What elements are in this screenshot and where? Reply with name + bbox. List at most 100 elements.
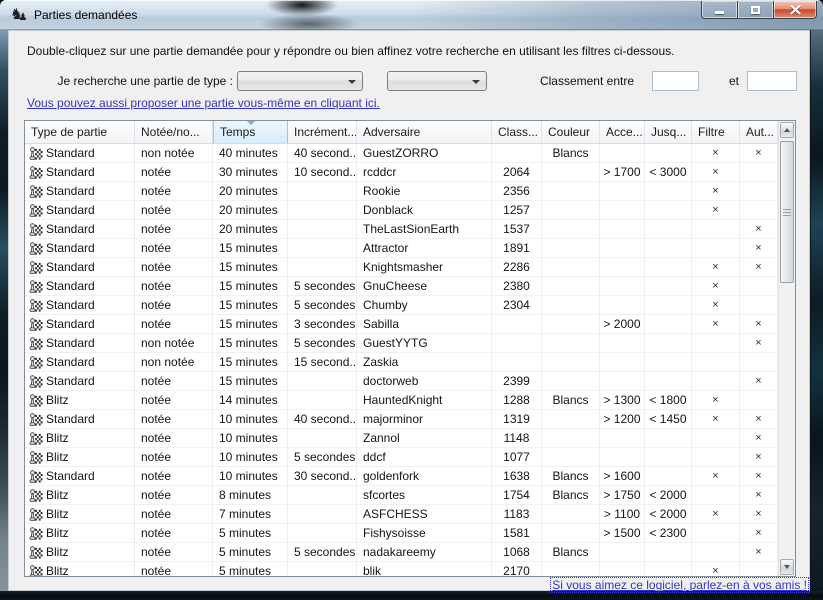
- rating-range-label: Classement entre: [460, 74, 634, 88]
- game-row[interactable]: Standardnon notée15 minutes5 secondesGue…: [25, 334, 778, 353]
- game-type-select[interactable]: [237, 71, 363, 91]
- cell-rating: 1638: [492, 467, 542, 486]
- game-row[interactable]: Blitznotée10 minutesZannol1148×: [25, 429, 778, 448]
- scroll-up-button[interactable]: [780, 122, 794, 138]
- column-header-filter[interactable]: Filtre: [692, 121, 740, 143]
- game-row[interactable]: Standardnotée15 minutes3 secondesSabilla…: [25, 315, 778, 334]
- cell-rated: notée: [135, 562, 213, 576]
- cell-type: Standard: [25, 372, 135, 391]
- cell-opponent: Zaskia: [357, 353, 492, 372]
- game-row[interactable]: Standardnotée15 minutesKnightsmasher2286…: [25, 258, 778, 277]
- game-row[interactable]: Standardnotée20 minutesDonblack1257×: [25, 201, 778, 220]
- scroll-down-button[interactable]: [780, 559, 794, 575]
- game-row[interactable]: Blitznotée8 minutessfcortes1754Blancs> 1…: [25, 486, 778, 505]
- cell-rated: notée: [135, 182, 213, 201]
- maximize-button[interactable]: [738, 1, 773, 19]
- column-header-time[interactable]: Temps: [213, 121, 288, 143]
- minimize-button[interactable]: [701, 1, 738, 19]
- cell-type: Blitz: [25, 524, 135, 543]
- column-header-opponent[interactable]: Adversaire: [357, 121, 492, 143]
- cell-time: 7 minutes: [213, 505, 288, 524]
- chess-pawn-icon: [28, 431, 43, 446]
- cell-time: 5 minutes: [213, 543, 288, 562]
- game-row[interactable]: Standardnon notée40 minutes40 second...G…: [25, 144, 778, 163]
- chess-pawn-icon: [28, 146, 43, 161]
- cell-rating: 1257: [492, 201, 542, 220]
- chess-pawn-icon: [28, 507, 43, 522]
- game-row[interactable]: Standardnotée20 minutesRookie2356×: [25, 182, 778, 201]
- chess-pawn-icon: [28, 184, 43, 199]
- cell-color: [542, 163, 600, 182]
- cell-rating: 1891: [492, 239, 542, 258]
- game-row[interactable]: Standardnotée15 minutesAttractor1891×: [25, 239, 778, 258]
- cell-increment: [288, 220, 357, 239]
- game-row[interactable]: Standardnotée15 minutes5 secondesGnuChee…: [25, 277, 778, 296]
- cell-rating: 2304: [492, 296, 542, 315]
- chess-pawn-icon: [28, 298, 43, 313]
- game-row[interactable]: Standardnotée20 minutesTheLastSionEarth1…: [25, 220, 778, 239]
- chess-pawn-icon: [28, 412, 43, 427]
- cell-time: 40 minutes: [213, 144, 288, 163]
- game-row[interactable]: Blitznotée10 minutes5 secondesddcf1077×: [25, 448, 778, 467]
- cell-accept_from: > 1100: [600, 505, 645, 524]
- game-row[interactable]: Standardnotée30 minutes10 second...rcddc…: [25, 163, 778, 182]
- cell-up_to: < 1800: [645, 391, 692, 410]
- game-row[interactable]: Blitznotée7 minutesASFCHESS1183> 1100< 2…: [25, 505, 778, 524]
- cell-increment: 5 secondes: [288, 448, 357, 467]
- cell-increment: [288, 505, 357, 524]
- cell-up_to: < 2300: [645, 524, 692, 543]
- instructions-text: Double-cliquez sur une partie demandée p…: [27, 44, 674, 58]
- game-row[interactable]: Standardnotée15 minutesdoctorweb2399×: [25, 372, 778, 391]
- cell-increment: 30 second...: [288, 467, 357, 486]
- chess-pawn-icon: [28, 203, 43, 218]
- cell-color: [542, 429, 600, 448]
- cell-filter: [692, 448, 740, 467]
- cell-time: 5 minutes: [213, 524, 288, 543]
- chess-pawn-icon: [28, 393, 43, 408]
- cell-filter: ×: [692, 258, 740, 277]
- cell-increment: 3 secondes: [288, 315, 357, 334]
- cell-increment: [288, 239, 357, 258]
- chess-pawn-icon: [28, 317, 43, 332]
- game-row[interactable]: Standardnotée10 minutes30 second...golde…: [25, 467, 778, 486]
- game-row[interactable]: Standardnotée15 minutes5 secondesChumby2…: [25, 296, 778, 315]
- game-row[interactable]: Standardnon notée15 minutes15 second...Z…: [25, 353, 778, 372]
- game-row[interactable]: Standardnotée10 minutes40 second...major…: [25, 410, 778, 429]
- scrollbar-thumb[interactable]: [780, 141, 794, 283]
- cell-type: Blitz: [25, 448, 135, 467]
- cell-up_to: [645, 543, 692, 562]
- column-header-up_to[interactable]: Jusq...: [645, 121, 692, 143]
- cell-auto: [740, 296, 778, 315]
- cell-time: 14 minutes: [213, 391, 288, 410]
- cell-rated: non notée: [135, 144, 213, 163]
- cell-rated: notée: [135, 486, 213, 505]
- share-link[interactable]: Si vous aimez ce logiciel, parlez-en à v…: [550, 577, 809, 593]
- game-row[interactable]: Blitznotée5 minutesFishysoisse1581> 1500…: [25, 524, 778, 543]
- cell-filter: [692, 486, 740, 505]
- game-row[interactable]: Blitznotée5 minutes5 secondesnadakareemy…: [25, 543, 778, 562]
- table-header: Type de partieNotée/no...TempsIncrément.…: [25, 121, 778, 144]
- propose-game-link[interactable]: Vous pouvez aussi proposer une partie vo…: [27, 96, 380, 110]
- cell-time: 10 minutes: [213, 429, 288, 448]
- cell-rated: notée: [135, 372, 213, 391]
- column-header-increment[interactable]: Incrément...: [288, 121, 357, 143]
- column-header-rated[interactable]: Notée/no...: [135, 121, 213, 143]
- cell-up_to: [645, 372, 692, 391]
- window: ♞♟ Parties demandées Double-cliquez sur …: [0, 0, 823, 600]
- rating-max-input[interactable]: [747, 71, 797, 91]
- cell-increment: [288, 429, 357, 448]
- column-header-type[interactable]: Type de partie: [25, 121, 135, 143]
- cell-rating: 2286: [492, 258, 542, 277]
- cell-increment: 10 second...: [288, 163, 357, 182]
- close-button[interactable]: [773, 1, 817, 19]
- column-header-color[interactable]: Couleur: [542, 121, 600, 143]
- column-header-rating[interactable]: Class...: [492, 121, 542, 143]
- cell-rating: 2380: [492, 277, 542, 296]
- rating-min-input[interactable]: [652, 71, 699, 91]
- game-row[interactable]: Blitznotée5 minutesblik2170×: [25, 562, 778, 576]
- cell-rating: 2356: [492, 182, 542, 201]
- column-header-auto[interactable]: Aut...: [740, 121, 778, 143]
- column-header-accept_from[interactable]: Acce...: [600, 121, 645, 143]
- game-row[interactable]: Blitznotée14 minutesHauntedKnight1288Bla…: [25, 391, 778, 410]
- vertical-scrollbar[interactable]: [778, 121, 795, 576]
